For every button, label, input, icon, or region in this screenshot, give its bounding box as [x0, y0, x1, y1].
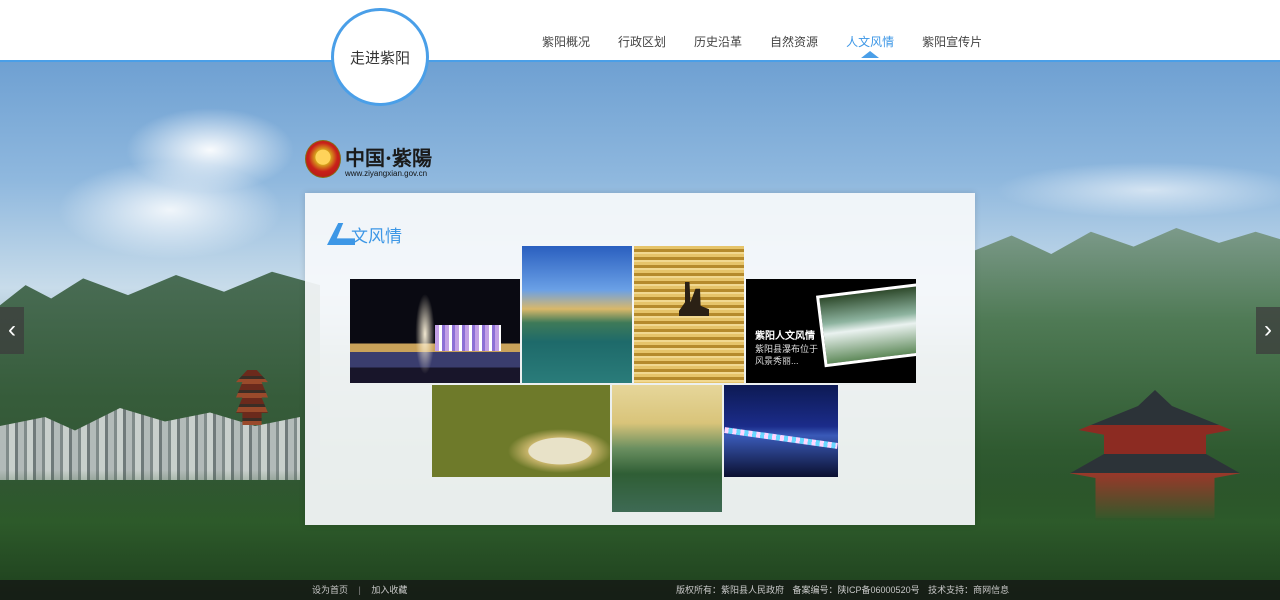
add-favorite-link[interactable]: 加入收藏: [371, 585, 407, 595]
feature-title: 紫阳人文风情: [755, 331, 815, 342]
panel-heading: 文风情: [327, 221, 402, 247]
nav-item-overview[interactable]: 紫阳概况: [528, 0, 604, 60]
site-logo[interactable]: 走进紫阳: [331, 8, 429, 106]
top-header: 紫阳概况 行政区划 历史沿革 自然资源 人文风情 紫阳宣传片: [0, 0, 1280, 62]
footer-bar: 设为首页 | 加入收藏 版权所有：紫阳县人民政府 备案编号：陕ICP备06000…: [0, 580, 1280, 600]
site-brand[interactable]: 中国·紫陽 www.ziyangxian.gov.cn: [305, 140, 455, 182]
brand-title: 中国·紫陽: [345, 146, 432, 170]
active-caret-icon: [861, 51, 880, 58]
photo-lake-town[interactable]: [522, 246, 632, 383]
footer-links: 设为首页 | 加入收藏: [312, 580, 407, 600]
photo-fishing-boat[interactable]: [634, 246, 744, 383]
main-nav: 紫阳概况 行政区划 历史沿革 自然资源 人文风情 紫阳宣传片: [528, 0, 996, 60]
photo-fountain-night[interactable]: [350, 279, 520, 383]
footer-separator: |: [358, 585, 361, 595]
content-panel: 文风情 紫阳人文风情 紫阳县瀑布位于风景秀丽...: [305, 193, 975, 525]
photo-night-bridge[interactable]: [724, 385, 838, 477]
set-homepage-link[interactable]: 设为首页: [312, 585, 348, 595]
national-emblem-icon: [305, 140, 341, 178]
nav-item-resources[interactable]: 自然资源: [756, 0, 832, 60]
support-text: 技术支持：商网信息: [928, 585, 1010, 595]
nav-item-promo-video[interactable]: 紫阳宣传片: [908, 0, 996, 60]
prev-slide-button[interactable]: ‹: [0, 307, 24, 354]
panel-title: 文风情: [351, 226, 402, 246]
copyright-text: 版权所有：紫阳县人民政府: [676, 585, 785, 595]
feature-card[interactable]: 紫阳人文风情 紫阳县瀑布位于风景秀丽...: [746, 279, 916, 383]
footer-info: 版权所有：紫阳县人民政府 备案编号：陕ICP备06000520号 技术支持：商网…: [676, 580, 1009, 600]
nav-item-divisions[interactable]: 行政区划: [604, 0, 680, 60]
icp-text: 备案编号：陕ICP备06000520号: [792, 585, 920, 595]
brand-url: www.ziyangxian.gov.cn: [345, 169, 428, 178]
waterfall-thumbnail: [816, 282, 916, 368]
nav-item-culture[interactable]: 人文风情: [832, 0, 908, 60]
feature-description: 紫阳县瀑布位于风景秀丽...: [755, 344, 819, 366]
next-slide-button[interactable]: ›: [1256, 307, 1280, 354]
photo-river-valley[interactable]: [612, 385, 722, 512]
nav-item-history[interactable]: 历史沿革: [680, 0, 756, 60]
photo-feast[interactable]: [432, 385, 610, 477]
